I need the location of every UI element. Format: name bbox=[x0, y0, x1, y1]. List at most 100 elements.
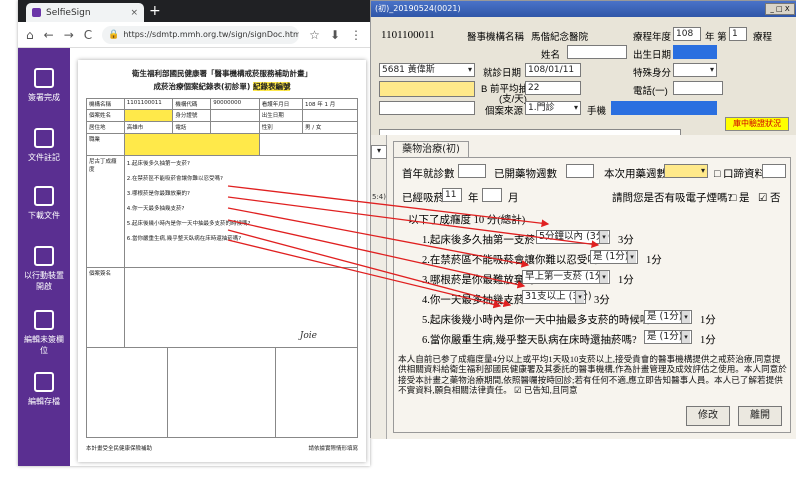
birth-field[interactable] bbox=[673, 45, 717, 59]
this-weeks-label: 本次用藥週數 bbox=[604, 169, 667, 180]
document-subtitle: 成菸治療個案紀錄表(初診單) 紀錄表編號 bbox=[153, 82, 291, 91]
sidebar-item-label: 簽署完成 bbox=[28, 93, 60, 102]
highlight-field[interactable] bbox=[379, 81, 475, 97]
answer-5-select[interactable]: 是 (1分) ▾ bbox=[644, 310, 692, 324]
used-weeks-field[interactable] bbox=[566, 164, 594, 178]
record-label: □ 口蹄資料 bbox=[714, 169, 765, 180]
treatment-panel: 藥物治療(初) 首年就診數 已開藥物週數 本次用藥週數 □ 口蹄資料 已經吸菸 … bbox=[387, 135, 796, 439]
score-3: 1分 bbox=[618, 275, 634, 286]
fagerstrom-header: 以下了成癮度 10 分(總計) bbox=[408, 215, 526, 226]
table-row: 居住地 高雄市 電話 性別 男 / 女 bbox=[86, 122, 358, 134]
ecig-yes-checkbox[interactable]: □ 是 bbox=[730, 190, 749, 205]
edit-button[interactable]: 修改 bbox=[686, 406, 730, 426]
chevron-down-icon: ▾ bbox=[599, 231, 608, 243]
browser-tab-bar: SelfieSign × + bbox=[18, 0, 370, 22]
list-item: 1.起床後多久抽第一支菸? bbox=[126, 161, 190, 167]
agree-checkbox[interactable]: ☑ 已告知,且同意 bbox=[514, 385, 578, 395]
list-item: 3.哪根菸是你最難放棄的? bbox=[126, 191, 190, 197]
status-select[interactable] bbox=[673, 63, 717, 77]
bookmark-star-icon[interactable]: ☆ bbox=[309, 28, 320, 42]
count-label: 年 第 bbox=[705, 32, 727, 43]
his-application-window: (初)_20190524(0021) _ □ X 1101100011 醫事機構… bbox=[370, 0, 796, 439]
table-row bbox=[86, 348, 358, 438]
tab-drug-treatment[interactable]: 藥物治療(初) bbox=[393, 141, 469, 157]
table-row: 個案姓名 身分證號 出生日期 bbox=[86, 110, 358, 122]
years-label: 已經吸菸 bbox=[402, 193, 444, 204]
months-field[interactable] bbox=[482, 188, 502, 202]
first-visit-label: 首年就診數 bbox=[402, 169, 455, 180]
download-icon[interactable]: ⬇ bbox=[330, 28, 340, 42]
answer-4-select[interactable]: 31支以上 (3分) ▾ bbox=[522, 290, 592, 304]
ecig-no-checkbox[interactable]: ☑ 否 bbox=[758, 190, 781, 205]
list-item: 2.在禁菸區不能吸菸會讓你難以忍受嗎? bbox=[126, 176, 223, 182]
forward-icon[interactable]: → bbox=[64, 28, 74, 42]
first-visit-field[interactable] bbox=[458, 164, 486, 178]
months-unit: 月 bbox=[508, 193, 519, 204]
doctor-select[interactable]: 5681 黃偉斯 bbox=[379, 63, 475, 77]
sidebar-item-label: 下載文件 bbox=[28, 211, 60, 220]
form-cell-input[interactable] bbox=[124, 110, 174, 121]
document-check-icon bbox=[34, 68, 54, 88]
chevron-down-icon: ▾ bbox=[681, 311, 690, 323]
address-bar-row: ⌂ ← → C 🔒 https://sdmtp.mmh.org.tw/sign/… bbox=[18, 22, 370, 48]
answer-6-select[interactable]: 是 (1分) ▾ bbox=[644, 330, 692, 344]
tab-close-icon[interactable]: × bbox=[130, 8, 138, 18]
phone-field[interactable] bbox=[673, 81, 723, 95]
record-field[interactable] bbox=[762, 164, 786, 178]
left-strip: ▾ 5:4) bbox=[371, 135, 387, 439]
window-title-bar: (初)_20190524(0021) _ □ X bbox=[371, 1, 796, 17]
count-field[interactable]: 1 bbox=[729, 27, 747, 41]
window-controls[interactable]: _ □ X bbox=[765, 3, 795, 15]
selfiesign-favicon-icon bbox=[32, 8, 41, 17]
sidebar-item-edit-fields[interactable]: 編輯未簽欄位 bbox=[18, 310, 70, 356]
sidebar-item-save[interactable]: 編輯存檔 bbox=[18, 372, 70, 407]
score-4: 3分 bbox=[594, 295, 610, 306]
form-cell-input[interactable] bbox=[124, 134, 260, 155]
phone-label: 電話(一) bbox=[633, 86, 668, 97]
answer-2-select[interactable]: 是 (1分) ▾ bbox=[590, 250, 638, 264]
verify-status-button[interactable]: 庫中驗證狀況 bbox=[725, 117, 789, 131]
form-table: 機構名稱 1101100011 機構代碼 90000000 看護年月日 108 … bbox=[86, 98, 358, 438]
leave-button[interactable]: 離開 bbox=[738, 406, 782, 426]
question-5: 5.起床後幾小時內是你一天中抽最多支菸的時候嗎? bbox=[422, 315, 656, 326]
browser-tab[interactable]: SelfieSign × bbox=[26, 3, 144, 22]
table-row: 職業 bbox=[86, 134, 358, 156]
answer-1-select[interactable]: 5分鐘以內 (3分) ▾ bbox=[536, 230, 610, 244]
document-page: 衛生福利部國民健康署「醫事機構戒菸服務補助計畫」 成菸治療個案紀錄表(初診單) … bbox=[78, 60, 366, 462]
menu-icon[interactable]: ⋮ bbox=[350, 28, 362, 42]
sidebar-item-annotate[interactable]: 文件註記 bbox=[18, 128, 70, 163]
source-select[interactable]: 1.門診 bbox=[525, 101, 581, 115]
strip-value: 5:4) bbox=[372, 193, 386, 201]
count-suffix: 療程 bbox=[753, 32, 773, 43]
year-field[interactable]: 108 bbox=[673, 27, 701, 41]
visit-label: 就診日期 bbox=[483, 68, 522, 79]
years-field[interactable]: 11 bbox=[442, 188, 462, 202]
chevron-down-icon: ▾ bbox=[575, 291, 584, 303]
sidebar-item-sign-complete[interactable]: 簽署完成 bbox=[18, 68, 70, 103]
url-input[interactable]: 🔒 https://sdmtp.mmh.org.tw/sign/signDoc.… bbox=[102, 25, 300, 44]
chevron-down-icon: ▾ bbox=[681, 331, 690, 343]
home-icon[interactable]: ⌂ bbox=[26, 28, 34, 42]
sidebar-item-label: 以行動裝置開啟 bbox=[24, 271, 64, 291]
table-row: 尼古丁成癮度 1.起床後多久抽第一支菸? 2.在禁菸區不能吸菸會讓你難以忍受嗎?… bbox=[86, 156, 358, 268]
url-text: https://sdmtp.mmh.org.tw/sign/signDoc.ht… bbox=[123, 30, 300, 39]
strip-dropdown[interactable]: ▾ bbox=[371, 145, 387, 159]
mobile-field[interactable] bbox=[611, 101, 717, 115]
score-6: 1分 bbox=[700, 335, 716, 346]
new-tab-button[interactable]: + bbox=[149, 3, 161, 19]
document-footer: 本計畫受全民健康保險補助 請依據實際情形填寫 bbox=[86, 446, 358, 452]
table-row: 個案簽名 Joie bbox=[86, 268, 358, 348]
back-icon[interactable]: ← bbox=[44, 28, 54, 42]
tab-content: 首年就診數 已開藥物週數 本次用藥週數 □ 口蹄資料 已經吸菸 11 年 月 請… bbox=[393, 157, 791, 433]
sidebar-item-mobile[interactable]: 以行動裝置開啟 bbox=[18, 246, 70, 292]
this-weeks-select[interactable] bbox=[664, 164, 708, 178]
name-field[interactable] bbox=[567, 45, 627, 59]
blank-field[interactable] bbox=[379, 101, 475, 115]
qr-code-icon bbox=[34, 246, 54, 266]
patient-header: 1101100011 醫事機構名稱 馬偕紀念醫院 療程年度 108 年 第 1 … bbox=[371, 17, 796, 147]
visit-date-field[interactable]: 108/01/11 bbox=[525, 63, 581, 77]
sidebar-item-download[interactable]: 下載文件 bbox=[18, 186, 70, 221]
answer-3-select[interactable]: 早上第一支菸 (1分) ▾ bbox=[522, 270, 610, 284]
smoke-amount-field[interactable]: 22 bbox=[525, 81, 581, 95]
reload-icon[interactable]: C bbox=[84, 28, 92, 42]
